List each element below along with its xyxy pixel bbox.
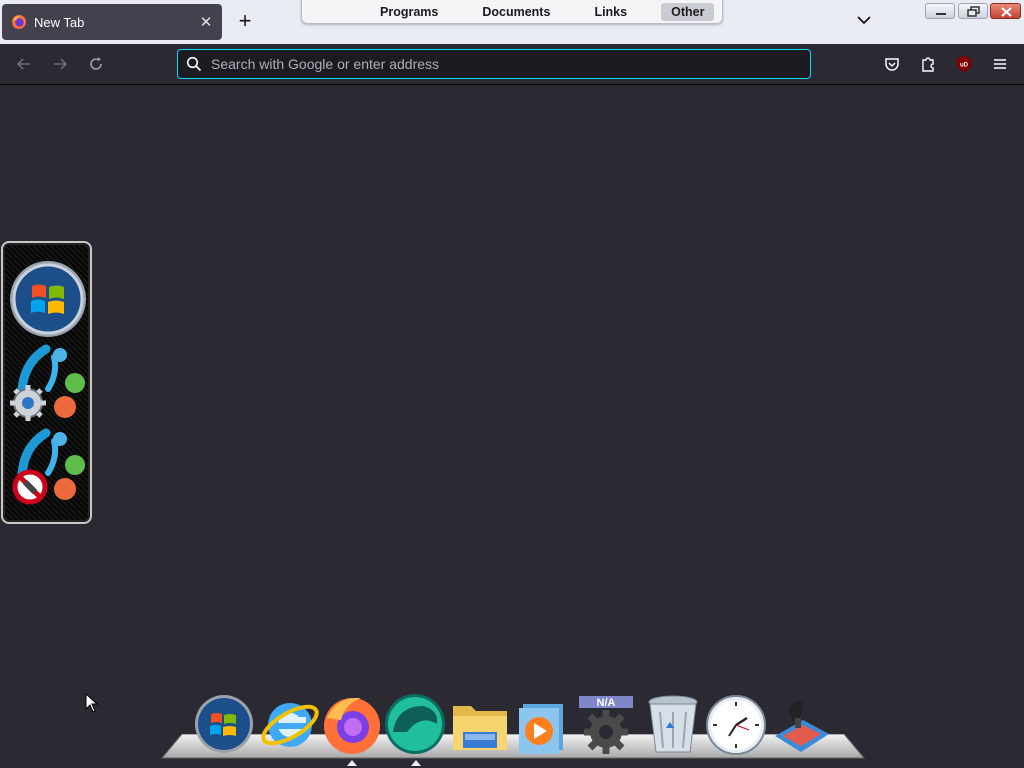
running-indicator [411,760,421,766]
search-input[interactable] [211,56,810,72]
browser-icon[interactable] [383,692,445,756]
dock: N/A [160,690,870,768]
tab-title: New Tab [34,14,85,30]
restore-icon [967,6,980,17]
settings-icon[interactable] [8,343,88,423]
bookmark-links[interactable]: Links [584,3,637,21]
windows-start-icon[interactable] [193,692,255,756]
bookmark-programs[interactable]: Programs [368,3,448,21]
hamburger-menu-icon[interactable] [991,55,1009,73]
disable-icon[interactable] [8,427,88,507]
bookmark-other[interactable]: Other [661,2,715,21]
folder-icon[interactable] [449,692,511,756]
close-icon [1001,7,1012,17]
recycle-bin-icon[interactable] [642,692,704,756]
ublock-origin-icon[interactable]: uD [955,55,973,73]
svg-text:N/A: N/A [597,697,616,709]
reload-icon[interactable] [87,55,105,73]
navigation-toolbar: uD [0,44,1024,85]
arrow-left-icon[interactable] [15,55,33,73]
firefox-icon[interactable] [321,692,383,756]
chevron-down-icon[interactable] [852,11,876,31]
plus-icon[interactable]: + [233,10,257,34]
bookmarks-toolbar: Programs Documents Links Other [301,0,723,24]
window-close-button[interactable] [990,3,1021,19]
tools-icon[interactable] [769,692,831,756]
close-icon[interactable]: ✕ [198,13,214,31]
internet-explorer-icon[interactable] [259,692,321,756]
minimize-button[interactable] [925,3,955,19]
arrow-right-icon[interactable] [51,55,69,73]
media-player-icon[interactable] [513,692,575,756]
tab-new-tab[interactable]: New Tab ✕ [2,4,222,40]
tab-strip: New Tab ✕ + Programs Documents Links Oth… [0,0,1024,44]
svg-text:uD: uD [960,63,969,69]
clock-icon[interactable] [705,692,767,756]
restore-button[interactable] [958,3,988,19]
bookmark-documents[interactable]: Documents [472,3,560,21]
windows-start-icon[interactable] [8,259,88,339]
address-bar[interactable] [177,49,811,79]
side-gadget-panel [1,241,92,524]
mouse-cursor-icon [85,693,99,713]
puzzle-icon[interactable] [919,55,937,73]
na-gear-icon[interactable]: N/A [575,692,637,756]
running-indicator [347,760,357,766]
firefox-icon [12,15,26,29]
search-icon [186,56,202,72]
minimize-icon [936,13,946,15]
pocket-icon[interactable] [883,55,901,73]
